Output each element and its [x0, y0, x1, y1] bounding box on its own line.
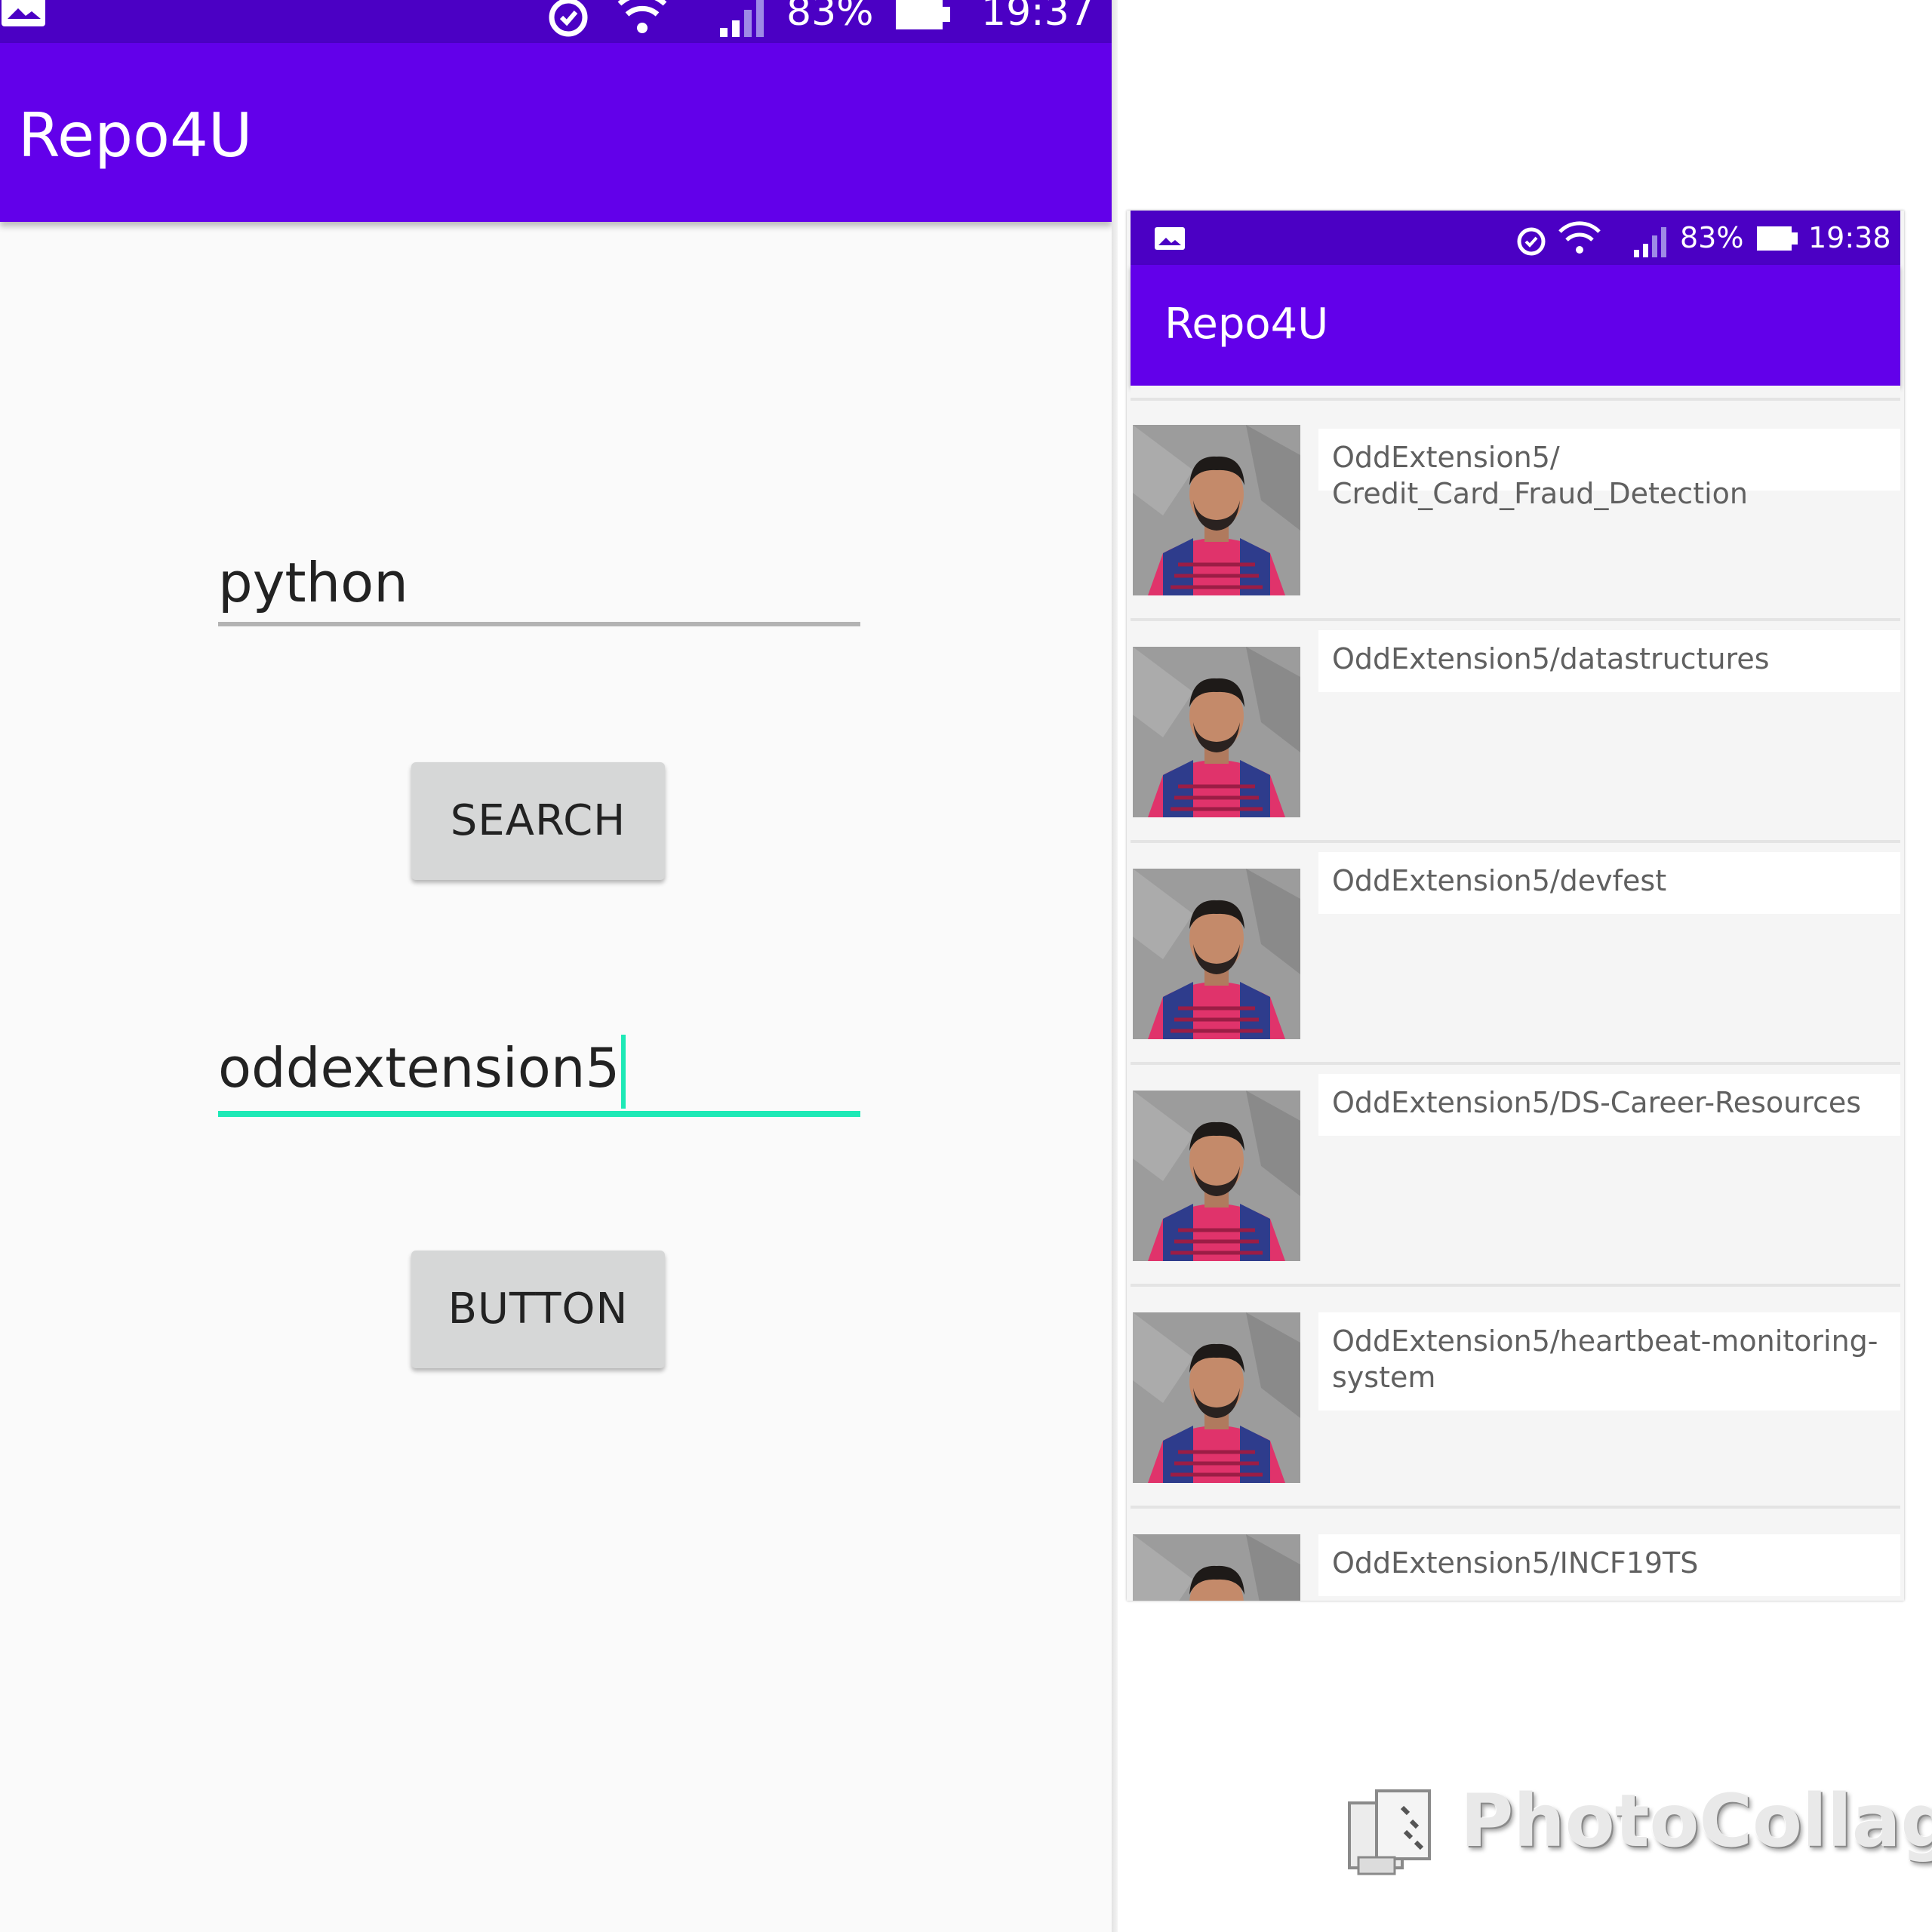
status-bar: 83% 19:37 [0, 0, 1112, 43]
avatar-image [1133, 869, 1300, 1039]
search-button[interactable]: SEARCH [411, 762, 665, 880]
battery-percent: 83% [1680, 221, 1744, 254]
avatar-image [1133, 1091, 1300, 1261]
app-title: Repo4U [18, 100, 253, 171]
list-item[interactable]: OddExtension5/devfest [1131, 846, 1900, 1065]
right-phone-screen: 83% 19:38 Repo4U OddExtension5/ Credit_C… [1127, 211, 1904, 1601]
username-input-underline [218, 1111, 860, 1117]
avatar-image [1133, 1312, 1300, 1483]
gallery-notification-icon [2, 0, 45, 26]
wifi-icon [1558, 221, 1601, 254]
repo-name: OddExtension5/ Credit_Card_Fraud_Detecti… [1318, 429, 1900, 510]
signal-icon [1634, 227, 1666, 257]
username-input[interactable]: oddextension5 [218, 1034, 860, 1117]
wifi-icon [617, 0, 667, 33]
text-cursor [621, 1035, 626, 1109]
list-item[interactable]: OddExtension5/DS-Career-Resources [1131, 1068, 1900, 1287]
search-input[interactable]: python [218, 549, 860, 632]
photocollage-logo-icon [1348, 1789, 1431, 1875]
repo-name: OddExtension5/datastructures [1318, 630, 1900, 692]
clock: 19:37 [981, 0, 1094, 35]
left-phone-screen: 83% 19:37 Repo4U python SEARCH oddextens… [0, 0, 1112, 1932]
battery-icon [1757, 226, 1798, 251]
repo-name: OddExtension5/heartbeat-monitoring-syste… [1318, 1312, 1900, 1411]
app-bar: Repo4U [0, 43, 1112, 222]
watermark-text: PhotoCollage [1460, 1779, 1932, 1863]
alarm-icon [1517, 227, 1546, 256]
avatar-image [1133, 647, 1300, 817]
search-input-underline [218, 622, 860, 626]
fetch-button[interactable]: BUTTON [411, 1251, 665, 1368]
clock: 19:38 [1808, 221, 1891, 254]
signal-icon [720, 0, 764, 37]
username-input-value: oddextension5 [218, 1036, 620, 1100]
battery-icon [896, 0, 950, 29]
repo-name: OddExtension5/DS-Career-Resources [1318, 1074, 1900, 1136]
avatar-image [1133, 425, 1300, 595]
list-item[interactable]: OddExtension5/INCF19TS [1131, 1512, 1900, 1601]
photocollage-watermark: PhotoCollage [1343, 1770, 1932, 1883]
alarm-icon [549, 0, 588, 37]
gallery-notification-icon [1155, 227, 1185, 250]
app-bar: Repo4U [1131, 265, 1900, 386]
repo-name: OddExtension5/INCF19TS [1318, 1534, 1900, 1596]
status-bar: 83% 19:38 [1131, 211, 1900, 265]
list-item[interactable]: OddExtension5/datastructures [1131, 624, 1900, 843]
app-title: Repo4U [1164, 300, 1329, 349]
battery-percent: 83% [786, 0, 874, 35]
list-item-partial [1131, 386, 1900, 401]
list-item[interactable]: OddExtension5/ Credit_Card_Fraud_Detecti… [1131, 402, 1900, 621]
repo-name: OddExtension5/devfest [1318, 852, 1900, 914]
list-item[interactable]: OddExtension5/heartbeat-monitoring-syste… [1131, 1290, 1900, 1509]
avatar-image [1133, 1534, 1300, 1601]
collage-divider [1112, 0, 1118, 1932]
search-input-value: python [218, 551, 408, 614]
